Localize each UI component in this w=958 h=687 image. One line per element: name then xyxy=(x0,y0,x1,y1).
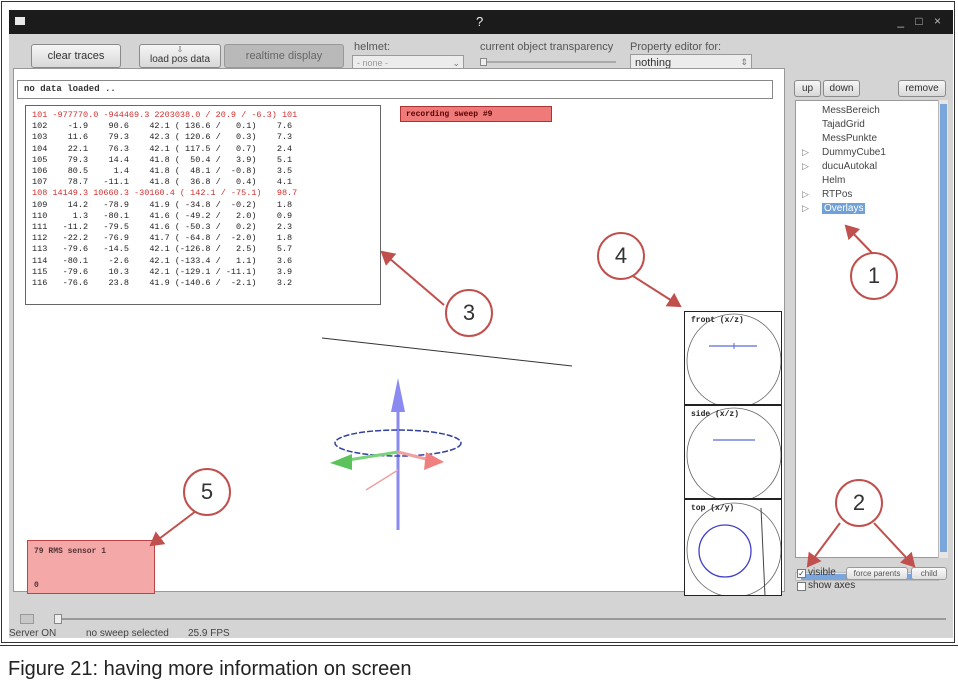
tree-item-helm[interactable]: Helm xyxy=(822,175,845,186)
rms-sensor-box: 79 RMS sensor 1 0 xyxy=(27,540,155,594)
clear-traces-button[interactable]: clear traces xyxy=(31,44,121,68)
table-row: 114 -80.1 -2.6 42.1 (-133.4 / 1.1) 3.6 xyxy=(32,255,293,266)
load-pos-data-label: load pos data xyxy=(149,54,211,65)
side-projection-title: side (x/z) xyxy=(691,410,740,419)
tree-item-tajadgrid[interactable]: TajadGrid xyxy=(822,119,865,130)
side-projection-plot xyxy=(686,407,781,498)
slider-track xyxy=(480,61,616,63)
sweep-timeline[interactable] xyxy=(20,614,952,624)
tree-vertical-scrollbar[interactable] xyxy=(938,100,948,558)
tree-item-overlays[interactable]: Overlays xyxy=(822,203,866,214)
table-row: 113 -79.6 -14.5 42.1 (-126.8 / 2.5) 5.7 xyxy=(32,244,293,255)
scrollbar-thumb[interactable] xyxy=(940,104,947,552)
table-row: 107 78.7 -11.1 41.8 ( 36.8 / 0.4) 4.1 xyxy=(32,177,293,188)
show-axes-label: show axes xyxy=(808,580,856,591)
visible-checkbox[interactable]: ✓ xyxy=(797,569,806,578)
position-data-table: 101 -977770.0 -944469.3 2203038.0 / 20.9… xyxy=(25,105,381,305)
realtime-display-button[interactable]: realtime display xyxy=(224,44,344,68)
transparency-label: current object transparency xyxy=(480,41,614,53)
app-icon xyxy=(15,17,25,25)
table-row: 105 79.3 14.4 41.8 ( 50.4 / 3.9) 5.1 xyxy=(32,154,293,165)
fps-status: 25.9 FPS xyxy=(188,628,230,639)
table-row: 102 -1.9 90.6 42.1 ( 136.6 / 0.1) 7.6 xyxy=(32,121,293,132)
callout-2: 2 xyxy=(835,479,883,527)
remove-button[interactable]: remove xyxy=(898,80,946,97)
down-button[interactable]: down xyxy=(823,80,860,97)
table-row: 116 -76.6 23.8 41.9 (-140.6 / -2.1) 3.2 xyxy=(32,278,293,289)
callout-4: 4 xyxy=(597,232,645,280)
table-row: 112 -22.2 -76.9 41.7 ( -64.8 / -2.0) 1.8 xyxy=(32,233,293,244)
top-projection-plot xyxy=(686,502,781,595)
rms-sensor-value: 0 xyxy=(34,581,39,590)
recording-indicator: recording sweep #9 xyxy=(400,106,552,122)
figure-caption: Figure 21: having more information on sc… xyxy=(0,645,958,687)
force-parents-button[interactable]: force parents xyxy=(846,567,908,580)
top-projection-view: top (x/y) xyxy=(684,499,782,596)
window-controls[interactable]: _ □ × xyxy=(897,14,945,28)
side-projection-view: side (x/z) xyxy=(684,405,782,499)
sweep-status: no sweep selected xyxy=(86,628,169,639)
load-pos-data-button[interactable]: ⇩ load pos data xyxy=(139,44,221,68)
table-row: 109 14.2 -78.9 41.9 ( -34.8 / -0.2) 1.8 xyxy=(32,199,293,210)
tree-expander-icon[interactable]: ▷ xyxy=(802,203,809,214)
helmet-label: helmet: xyxy=(354,41,391,53)
table-row: 104 22.1 76.3 42.1 ( 117.5 / 0.7) 2.4 xyxy=(32,143,293,154)
table-row: 101 -977770.0 -944469.3 2203038.0 / 20.9… xyxy=(32,110,298,120)
message-bar: no data loaded .. xyxy=(17,80,773,99)
spin-arrows-icon: ⇕ xyxy=(740,57,748,67)
front-projection-plot xyxy=(686,313,781,404)
top-projection-title: top (x/y) xyxy=(691,504,735,513)
table-row: 111 -11.2 -79.5 41.6 ( -50.3 / 0.2) 2.3 xyxy=(32,222,293,233)
callout-3: 3 xyxy=(445,289,493,337)
front-projection-view: front (x/z) xyxy=(684,311,782,405)
tree-item-ducuautokal[interactable]: ducuAutokal xyxy=(822,161,877,172)
table-row: 106 80.5 1.4 41.8 ( 48.1 / -0.8) 3.5 xyxy=(32,166,293,177)
visible-label: visible xyxy=(808,567,836,578)
tree-expander-icon[interactable]: ▷ xyxy=(802,147,809,158)
tree-item-rtpos[interactable]: RTPos xyxy=(822,189,852,200)
window-title: ? xyxy=(476,14,484,29)
tree-expander-icon[interactable]: ▷ xyxy=(802,161,809,172)
timeline-track xyxy=(56,618,946,620)
callout-5: 5 xyxy=(183,468,231,516)
transparency-slider[interactable] xyxy=(480,58,616,66)
show-axes-checkbox[interactable] xyxy=(797,582,806,591)
tree-item-messpunkte[interactable]: MessPunkte xyxy=(822,133,877,144)
tree-expander-icon[interactable]: ▷ xyxy=(802,189,809,200)
table-row: 103 11.6 79.3 42.3 ( 120.6 / 0.3) 7.3 xyxy=(32,132,293,143)
window-titlebar: ? _ □ × xyxy=(9,10,953,34)
tree-item-messbereich[interactable]: MessBereich xyxy=(822,105,880,116)
timeline-button[interactable] xyxy=(20,614,34,624)
load-icon: ⇩ xyxy=(176,45,184,54)
tree-item-dummycube1[interactable]: DummyCube1 xyxy=(822,147,886,158)
table-row: 115 -79.6 10.3 42.1 (-129.1 / -11.1) 3.9 xyxy=(32,266,293,277)
server-status: Server ON xyxy=(9,628,57,639)
property-editor-label: Property editor for: xyxy=(630,41,722,53)
timeline-handle[interactable] xyxy=(54,614,62,624)
front-projection-title: front (x/z) xyxy=(691,316,744,325)
helmet-select-value: - none - xyxy=(357,58,389,68)
child-button[interactable]: child xyxy=(911,567,947,580)
status-bar: Server ON no sweep selected 25.9 FPS xyxy=(9,628,953,642)
slider-handle[interactable] xyxy=(480,58,487,66)
rms-sensor-label: 79 RMS sensor 1 xyxy=(34,547,107,556)
callout-1: 1 xyxy=(850,252,898,300)
table-row: 108 14149.3 10660.3 -30160.4 ( 142.1 / -… xyxy=(32,188,298,199)
up-button[interactable]: up xyxy=(794,80,821,97)
table-row: 110 1.3 -80.1 41.6 ( -49.2 / 2.0) 0.9 xyxy=(32,210,293,221)
